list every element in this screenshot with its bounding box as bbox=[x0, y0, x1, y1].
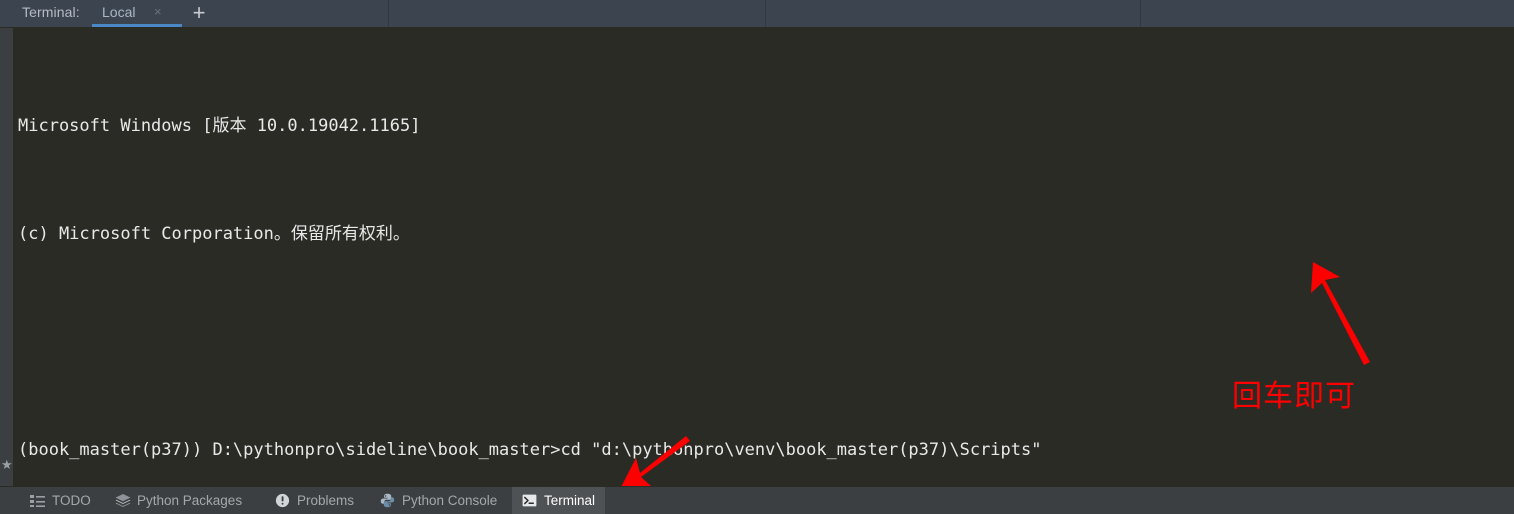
bottom-tab-python-packages[interactable]: Python Packages bbox=[105, 487, 252, 514]
bottom-tab-label: Python Console bbox=[402, 493, 498, 508]
tab-local[interactable]: Local × bbox=[92, 0, 162, 27]
terminal-tab-bar: Terminal: Local × + bbox=[0, 0, 1514, 28]
pycharm-terminal-window: Terminal: Local × + Favorites ★ Microsof… bbox=[0, 0, 1514, 514]
close-icon[interactable]: × bbox=[154, 5, 162, 19]
terminal-bar-title: Terminal: bbox=[22, 4, 80, 20]
terminal-line: (book_master(p37)) D:\pythonpro\sideline… bbox=[18, 440, 1042, 460]
add-tab-icon[interactable]: + bbox=[188, 2, 210, 24]
bottom-tab-todo[interactable]: TODO bbox=[20, 487, 101, 514]
python-icon bbox=[380, 493, 395, 508]
bottom-tab-python-console[interactable]: Python Console bbox=[370, 487, 507, 514]
favorites-rail[interactable]: Favorites ★ bbox=[0, 28, 14, 486]
bottom-tab-problems[interactable]: Problems bbox=[265, 487, 364, 514]
exclamation-circle-icon bbox=[275, 493, 290, 508]
terminal-output-area[interactable]: Microsoft Windows [版本 10.0.19042.1165] (… bbox=[14, 28, 1514, 486]
bottom-tab-label: Python Packages bbox=[137, 493, 243, 508]
star-icon: ★ bbox=[1, 457, 13, 472]
bottom-tab-terminal[interactable]: Terminal bbox=[512, 487, 606, 514]
terminal-prompt-icon bbox=[522, 493, 537, 508]
bottom-tab-label: Terminal bbox=[544, 493, 596, 508]
tab-local-label: Local bbox=[102, 4, 136, 20]
tab-local-active-indicator bbox=[92, 24, 182, 27]
bottom-tab-label: Problems bbox=[297, 493, 355, 508]
stack-icon bbox=[115, 493, 131, 508]
bottom-tab-label: TODO bbox=[52, 493, 91, 508]
tabbar-divider-3 bbox=[1140, 0, 1141, 27]
tabbar-divider-2 bbox=[765, 0, 766, 27]
list-icon bbox=[30, 493, 45, 508]
terminal-text: Microsoft Windows [版本 10.0.19042.1165] (… bbox=[18, 36, 1175, 486]
annotation-note-text: 回车即可 bbox=[1232, 379, 1356, 414]
terminal-line: (c) Microsoft Corporation。保留所有权利。 bbox=[18, 224, 410, 244]
bottom-tool-window-bar: TODO Python Packages Problems Python Con… bbox=[0, 486, 1514, 514]
tabbar-divider-1 bbox=[388, 0, 389, 27]
terminal-line: Microsoft Windows [版本 10.0.19042.1165] bbox=[18, 116, 421, 136]
